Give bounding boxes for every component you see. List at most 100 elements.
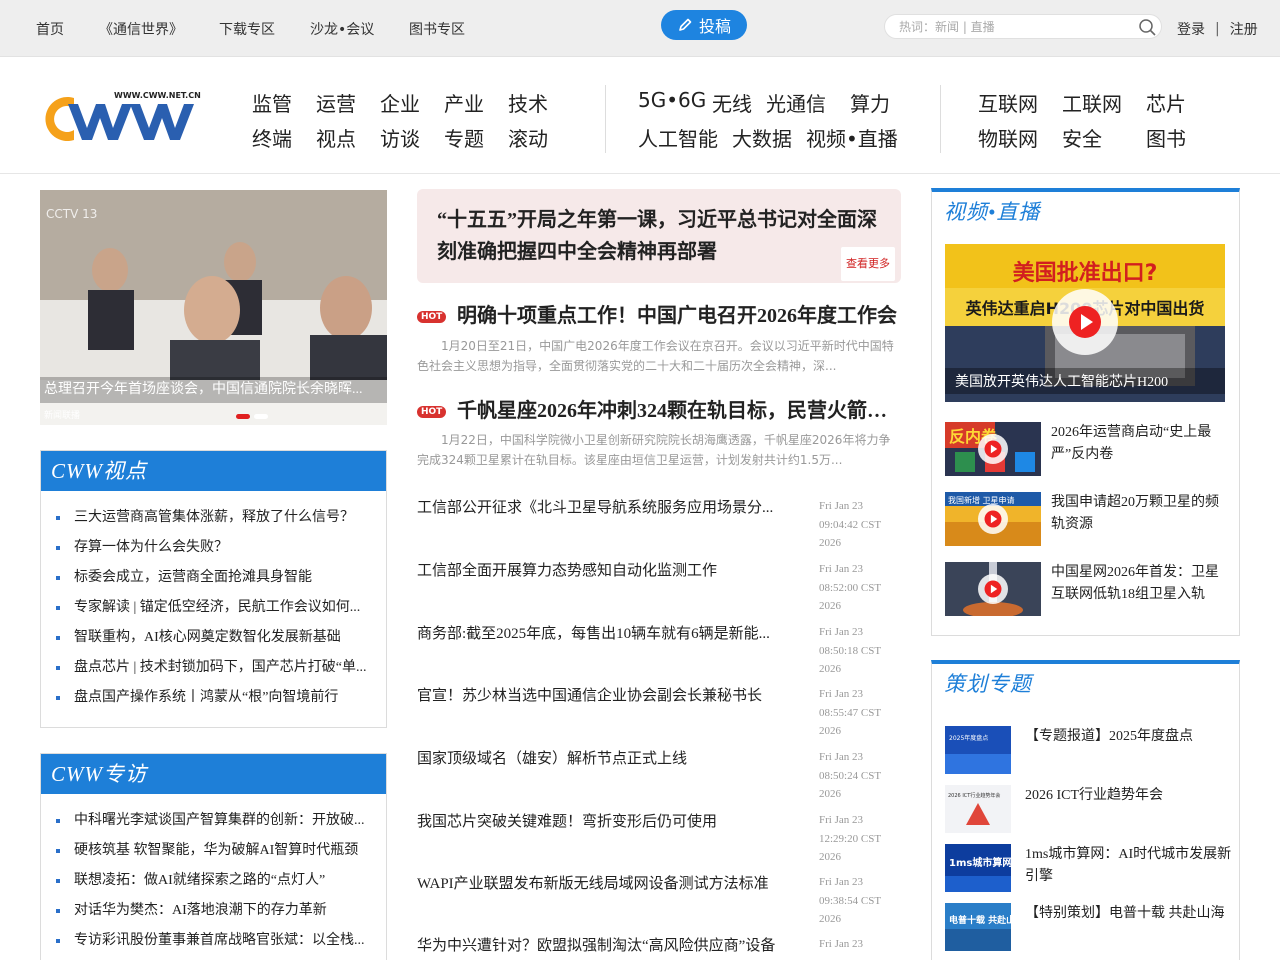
news-title[interactable]: 国家顶级域名（雄安）解析节点正式上线 bbox=[417, 748, 802, 770]
video-title[interactable]: 我国申请超20万颗卫星的频轨资源 bbox=[1051, 492, 1228, 536]
topic-title[interactable]: 2026 ICT行业趋势年会 bbox=[1025, 785, 1235, 807]
topic-thumbnail[interactable]: 2026 ICT行业趋势年会 bbox=[945, 785, 1011, 833]
nav-item-wireless[interactable]: 无线 bbox=[712, 88, 752, 117]
nav-item-operation[interactable]: 运营 bbox=[316, 88, 356, 117]
login-link[interactable]: 登录 bbox=[1177, 19, 1205, 39]
hero-slider[interactable]: CCTV 13 新闻联播 总理召开今年首场座谈会，中国信通院院长余晓晖... bbox=[40, 190, 387, 425]
nav-item-technology[interactable]: 技术 bbox=[508, 88, 548, 117]
video-section-title[interactable]: 视频•直播 bbox=[932, 192, 1239, 232]
video-title[interactable]: 2026年运营商启动“史上最严”反内卷 bbox=[1051, 422, 1228, 466]
news-row: 国家顶级域名（雄安）解析节点正式上线 Fri Jan 23 08:50:24 CS… bbox=[417, 748, 901, 808]
news-title[interactable]: 官宣！苏少林当选中国通信企业协会副会长兼秘书长 bbox=[417, 685, 802, 707]
topic-item[interactable]: 电普十载 共赴山海 【特别策划】电普十载 共赴山海 bbox=[945, 903, 1235, 953]
interview-title[interactable]: CWW专访 bbox=[41, 754, 386, 794]
see-more-button[interactable]: 查看更多 bbox=[841, 247, 895, 281]
video-item[interactable]: 我国新增 卫星申请 我国申请超20万颗卫星的频轨资源 bbox=[945, 492, 1228, 548]
nav-item-topic[interactable]: 专题 bbox=[444, 123, 484, 152]
nav-item-optical[interactable]: 光通信 bbox=[766, 88, 826, 117]
hot-news-title[interactable]: 千帆星座2026年冲刺324颗在轨目标，民营火箭破... bbox=[457, 395, 901, 427]
news-title[interactable]: WAPI产业联盟发布新版无线局域网设备测试方法标准 bbox=[417, 873, 802, 895]
viewpoint-item[interactable]: 三大运营商高管集体涨薪，释放了什么信号？ bbox=[41, 503, 386, 533]
news-title[interactable]: 工信部公开征求《北斗卫星导航系统服务应用场景分... bbox=[417, 497, 802, 519]
news-title[interactable]: 华为中兴遭针对？欧盟拟强制淘汰“高风险供应商”设备 bbox=[417, 935, 802, 957]
play-icon[interactable] bbox=[1052, 289, 1118, 355]
topic-thumbnail[interactable]: 2025年度盘点 bbox=[945, 726, 1011, 774]
topic-thumbnail[interactable]: 1ms城市算网 bbox=[945, 844, 1011, 892]
slider-dot[interactable] bbox=[254, 414, 268, 419]
viewpoint-item[interactable]: 智联重构，AI核心网奠定数智化发展新基础 bbox=[41, 623, 386, 653]
video-item[interactable]: 反内卷 2026年运营商启动“史上最严”反内卷 bbox=[945, 422, 1228, 478]
search-input[interactable] bbox=[885, 15, 1125, 38]
nav-item-ai[interactable]: 人工智能 bbox=[638, 123, 718, 152]
news-title[interactable]: 商务部:截至2025年底，每售出10辆车就有6辆是新能... bbox=[417, 623, 802, 645]
video-thumbnail[interactable]: 反内卷 bbox=[945, 422, 1041, 476]
nav-item-books[interactable]: 图书 bbox=[1146, 123, 1186, 152]
interview-item[interactable]: 中科曙光李斌谈国产智算集群的创新：开放破... bbox=[41, 806, 386, 836]
slider-dot-active[interactable] bbox=[236, 414, 250, 419]
topic-thumbnail[interactable]: 电普十载 共赴山海 bbox=[945, 903, 1011, 951]
submit-article-button[interactable]: 投稿 bbox=[661, 10, 747, 40]
viewpoint-item[interactable]: 存算一体为什么会失败？ bbox=[41, 533, 386, 563]
interview-item[interactable]: 联想凌拓：做AI就绪探索之路的“点灯人” bbox=[41, 866, 386, 896]
video-title[interactable]: 中国星网2026年首发：卫星互联网低轨18组卫星入轨 bbox=[1051, 562, 1228, 606]
interview-item[interactable]: 硬核筑基 软智聚能，华为破解AI智算时代瓶颈 bbox=[41, 836, 386, 866]
topic-title[interactable]: 1ms城市算网：AI时代城市发展新引擎 bbox=[1025, 844, 1235, 888]
register-link[interactable]: 注册 bbox=[1230, 19, 1258, 39]
nav-item-enterprise[interactable]: 企业 bbox=[380, 88, 420, 117]
play-icon[interactable] bbox=[978, 434, 1008, 464]
viewpoint-title[interactable]: CWW视点 bbox=[41, 451, 386, 491]
top-link-salon[interactable]: 沙龙•会议 bbox=[310, 19, 374, 39]
video-thumbnail[interactable] bbox=[945, 562, 1041, 616]
topics-section-title[interactable]: 策划专题 bbox=[932, 664, 1239, 704]
topic-title[interactable]: 【专题报道】2025年度盘点 bbox=[1025, 726, 1235, 748]
top-link-home[interactable]: 首页 bbox=[36, 19, 64, 39]
nav-item-internet[interactable]: 互联网 bbox=[978, 88, 1038, 117]
topic-item[interactable]: 2025年度盘点 【专题报道】2025年度盘点 bbox=[945, 726, 1235, 776]
nav-item-computing[interactable]: 算力 bbox=[850, 88, 890, 117]
hot-news-title[interactable]: 明确十项重点工作！中国广电召开2026年度工作会 bbox=[457, 300, 901, 332]
news-title[interactable]: 我国芯片突破关键难题！弯折变形后仍可使用 bbox=[417, 811, 802, 833]
nav-item-5g6g[interactable]: 5G•6G bbox=[638, 88, 706, 112]
top-link-magazine[interactable]: 《通信世界》 bbox=[99, 19, 183, 39]
nav-item-iot[interactable]: 物联网 bbox=[978, 123, 1038, 152]
video-thumbnail[interactable]: 我国新增 卫星申请 bbox=[945, 492, 1041, 546]
nav-item-viewpoint[interactable]: 视点 bbox=[316, 123, 356, 152]
viewpoint-item[interactable]: 盘点芯片 | 技术封锁加码下，国产芯片打破“单... bbox=[41, 653, 386, 683]
search-icon[interactable] bbox=[1137, 17, 1157, 37]
top-headline[interactable]: “十五五”开局之年第一课，习近平总书记对全面深刻准确把握四中全会精神再部署 查看… bbox=[417, 189, 901, 283]
news-date: Fri Jan 23 12:29:20 CST 2026 bbox=[819, 814, 882, 863]
nav-item-chip[interactable]: 芯片 bbox=[1146, 88, 1186, 117]
featured-video[interactable]: 美国批准出口? 英伟达重启H200芯片对中国出货 美国放开英伟达人工智能芯片H2… bbox=[945, 244, 1225, 402]
nav-item-bigdata[interactable]: 大数据 bbox=[732, 123, 792, 152]
nav-item-interview[interactable]: 访谈 bbox=[380, 123, 420, 152]
headline-text[interactable]: “十五五”开局之年第一课，习近平总书记对全面深刻准确把握四中全会精神再部署 bbox=[437, 209, 877, 263]
top-link-books[interactable]: 图书专区 bbox=[409, 19, 465, 39]
top-link-download[interactable]: 下载专区 bbox=[219, 19, 275, 39]
logo-url: WWW.CWW.NET.CN bbox=[114, 91, 201, 100]
video-item[interactable]: 中国星网2026年首发：卫星互联网低轨18组卫星入轨 bbox=[945, 562, 1228, 618]
nav-item-video-live[interactable]: 视频•直播 bbox=[806, 123, 898, 152]
top-nav: 首页 bbox=[36, 0, 64, 57]
nav-item-regulation[interactable]: 监管 bbox=[252, 88, 292, 117]
interview-item[interactable]: 对话华为樊杰：AI落地浪潮下的存力革新 bbox=[41, 896, 386, 926]
news-row: 华为中兴遭针对？欧盟拟强制淘汰“高风险供应商”设备 Fri Jan 23 bbox=[417, 935, 901, 960]
hero-caption[interactable]: 总理召开今年首场座谈会，中国信通院院长余晓晖... bbox=[40, 377, 387, 403]
nav-item-industry[interactable]: 产业 bbox=[444, 88, 484, 117]
topic-title[interactable]: 【特别策划】电普十载 共赴山海 bbox=[1025, 903, 1235, 925]
play-icon[interactable] bbox=[978, 574, 1008, 604]
news-title[interactable]: 工信部全面开展算力态势感知自动化监测工作 bbox=[417, 560, 802, 582]
interview-item[interactable]: 专访彩讯股份董事兼首席战略官张斌：以全栈... bbox=[41, 926, 386, 956]
viewpoint-item[interactable]: 专家解读 | 锚定低空经济，民航工作会议如何... bbox=[41, 593, 386, 623]
viewpoint-item[interactable]: 盘点国产操作系统丨鸿蒙从“根”向智境前行 bbox=[41, 683, 386, 713]
topic-item[interactable]: 2026 ICT行业趋势年会 2026 ICT行业趋势年会 bbox=[945, 785, 1235, 835]
cww-logo[interactable]: WWW.CWW.NET.CN bbox=[40, 90, 206, 145]
nav-item-security[interactable]: 安全 bbox=[1062, 123, 1102, 152]
top-bar: 首页 《通信世界》 下载专区 沙龙•会议 图书专区 投稿 登录 | 注册 bbox=[0, 0, 1280, 57]
nav-item-iiot[interactable]: 工联网 bbox=[1062, 88, 1122, 117]
nav-item-rolling[interactable]: 滚动 bbox=[508, 123, 548, 152]
nav-item-terminal[interactable]: 终端 bbox=[252, 123, 292, 152]
play-icon[interactable] bbox=[978, 504, 1008, 534]
nav-divider bbox=[605, 85, 606, 153]
topic-item[interactable]: 1ms城市算网 1ms城市算网：AI时代城市发展新引擎 bbox=[945, 844, 1235, 894]
viewpoint-item[interactable]: 标委会成立，运营商全面抢滩具身智能 bbox=[41, 563, 386, 593]
